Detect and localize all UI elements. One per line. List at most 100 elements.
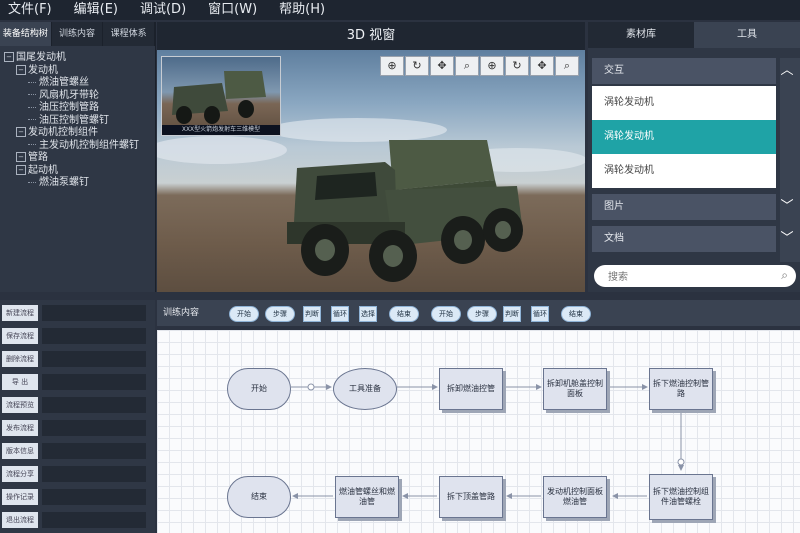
list-item-selected[interactable]: 涡轮发动机	[592, 120, 776, 154]
3d-viewport[interactable]: XXX型火箭炮发射车三维模型 ⊕ ↻ ✥ ⌕ ⊕ ↻ ✥ ⌕	[157, 50, 585, 292]
interaction-list: 涡轮发动机 涡轮发动机 涡轮发动机	[592, 86, 776, 188]
flow-step-node[interactable]: 拆卸机舱盖控制面板	[543, 368, 607, 410]
flow-step-node[interactable]: 拆卸燃油控管	[439, 368, 503, 410]
flow-step-node[interactable]: 发动机控制面板燃油管	[543, 476, 607, 518]
search-icon[interactable]: ⌕	[455, 56, 479, 76]
menu-help[interactable]: 帮助(H)	[268, 0, 336, 20]
process-button[interactable]: 流程分享	[2, 466, 38, 482]
viewport-toolbar: ⊕ ↻ ✥ ⌕ ⊕ ↻ ✥ ⌕	[380, 56, 579, 76]
tree-branch-icon	[28, 106, 36, 108]
shape-button[interactable]: 开始	[229, 306, 259, 322]
tab-tools[interactable]: 工具	[694, 22, 800, 48]
flow-step-node[interactable]: 燃油管螺丝和燃油管	[335, 476, 399, 518]
accordion-documents[interactable]: 文档	[592, 226, 776, 252]
tab-course-system[interactable]: 课程体系	[103, 22, 156, 46]
shape-button[interactable]: 选择	[359, 306, 377, 322]
chevron-up-icon[interactable]: ︿	[778, 62, 796, 80]
tree-node[interactable]: − 国尾发动机	[4, 52, 155, 65]
process-button[interactable]: 操作记录	[2, 489, 38, 505]
chevron-down-icon[interactable]: ﹀	[778, 230, 796, 248]
flow-step-node[interactable]: 拆下燃油控制组件油管螺栓	[649, 474, 713, 520]
flow-start-node[interactable]: 开始	[227, 368, 291, 410]
collapse-icon[interactable]: −	[4, 52, 14, 62]
menu-debug[interactable]: 调试(D)	[129, 0, 197, 20]
shape-button[interactable]: 结束	[561, 306, 591, 322]
search-box: ⌕	[594, 265, 796, 289]
process-button[interactable]: 导 出	[2, 374, 38, 390]
tab-asset-library[interactable]: 素材库	[588, 22, 694, 48]
process-button[interactable]: 保存流程	[2, 328, 38, 344]
tab-training-content[interactable]: 训练内容	[52, 22, 104, 46]
chevron-down-icon[interactable]: ﹀	[778, 198, 796, 216]
tree-node[interactable]: 油压控制管螺钉	[4, 115, 155, 128]
tree-node[interactable]: 燃油泵螺钉	[4, 177, 155, 190]
structure-panel: 装备结构树 训练内容 课程体系 − 国尾发动机 − 发动机 燃油管螺丝 风扇机牙带轮 油压控…	[0, 22, 156, 292]
accordion-interaction[interactable]: 交互	[592, 58, 776, 84]
process-button-panel: 新建流程 保存流程 删除流程 导 出 流程预览 发布流程 版本信息 流程分享 操…	[0, 300, 155, 533]
collapse-icon[interactable]: −	[16, 127, 26, 137]
pan-icon[interactable]: ✥	[430, 56, 454, 76]
tree-node[interactable]: 风扇机牙带轮	[4, 90, 155, 103]
collapse-icon[interactable]: −	[16, 164, 26, 175]
rotate-icon[interactable]: ↻	[505, 56, 529, 76]
rotate-icon[interactable]: ↻	[405, 56, 429, 76]
flow-end-node[interactable]: 结束	[227, 476, 291, 518]
shape-button[interactable]: 判断	[503, 306, 521, 322]
shape-button[interactable]: 判断	[303, 306, 321, 322]
shape-button[interactable]: 开始	[431, 306, 461, 322]
tree-node[interactable]: − 发动机控制组件	[4, 127, 155, 140]
tree-node[interactable]: − 起动机	[4, 164, 155, 178]
flow-prep-node[interactable]: 工具准备	[333, 368, 397, 410]
process-button[interactable]: 流程预览	[2, 397, 38, 413]
menu-window[interactable]: 窗口(W)	[197, 0, 268, 20]
search-icon[interactable]: ⌕	[555, 56, 579, 76]
tree-branch-icon	[28, 119, 36, 120]
button-track	[42, 397, 146, 413]
shape-button[interactable]: 循环	[331, 306, 349, 322]
thumbnail-caption: XXX型火箭炮发射车三维模型	[162, 125, 280, 135]
tree-node[interactable]: − 发动机	[4, 64, 155, 78]
process-button[interactable]: 版本信息	[2, 443, 38, 459]
search-icon[interactable]: ⌕	[781, 268, 788, 283]
tree-node[interactable]: 燃油管螺丝	[4, 77, 155, 90]
process-button[interactable]: 发布流程	[2, 420, 38, 436]
button-track	[42, 328, 146, 344]
process-button[interactable]: 删除流程	[2, 351, 38, 367]
tree-node[interactable]: 主发动机控制组件螺钉	[4, 140, 155, 153]
pan-icon[interactable]: ✥	[530, 56, 554, 76]
shape-button[interactable]: 结束	[389, 306, 419, 322]
collapse-icon[interactable]: −	[16, 152, 26, 162]
tree-node[interactable]: − 管路	[4, 152, 155, 165]
tree-node[interactable]: 油压控制管路	[4, 102, 155, 115]
tree-branch-icon	[28, 144, 36, 145]
process-button[interactable]: 退出流程	[2, 512, 38, 528]
list-item[interactable]: 涡轮发动机	[592, 154, 776, 188]
search-input[interactable]	[606, 265, 780, 289]
flow-step-node[interactable]: 拆下顶盖管路	[439, 476, 503, 518]
tab-structure-tree[interactable]: 装备结构树	[0, 22, 52, 46]
toolbar-label: 训练内容	[163, 308, 200, 318]
list-item: 导 出	[0, 371, 153, 393]
tree-branch-icon	[28, 81, 36, 83]
menu-edit[interactable]: 编辑(E)	[63, 0, 129, 20]
tree-branch-icon	[28, 181, 36, 183]
collapse-icon[interactable]: −	[16, 64, 26, 75]
left-tabs: 装备结构树 训练内容 课程体系	[0, 22, 156, 46]
accordion-images[interactable]: 图片	[592, 194, 776, 220]
zoom-in-icon[interactable]: ⊕	[380, 56, 404, 76]
list-item: 退出流程	[0, 509, 153, 531]
flowchart-canvas[interactable]: 开始 工具准备 拆卸燃油控管 拆卸机舱盖控制面板 拆下燃油控制管路 拆下燃油控制…	[157, 330, 800, 533]
shape-button[interactable]: 步骤	[265, 306, 295, 322]
model-thumbnail[interactable]: XXX型火箭炮发射车三维模型	[161, 56, 281, 136]
list-item[interactable]: 涡轮发动机	[592, 86, 776, 120]
shape-button[interactable]: 循环	[531, 306, 549, 322]
zoom-in-icon[interactable]: ⊕	[480, 56, 504, 76]
thumbnail-truck	[172, 71, 266, 124]
flow-step-node[interactable]: 拆下燃油控制管路	[649, 368, 713, 410]
tree-node-label: 管路	[28, 152, 48, 163]
list-item: 发布流程	[0, 417, 153, 439]
tree-node-label: 主发动机控制组件螺钉	[39, 139, 139, 151]
shape-button[interactable]: 步骤	[467, 306, 497, 322]
menu-file[interactable]: 文件(F)	[0, 0, 63, 20]
process-button[interactable]: 新建流程	[2, 305, 38, 321]
